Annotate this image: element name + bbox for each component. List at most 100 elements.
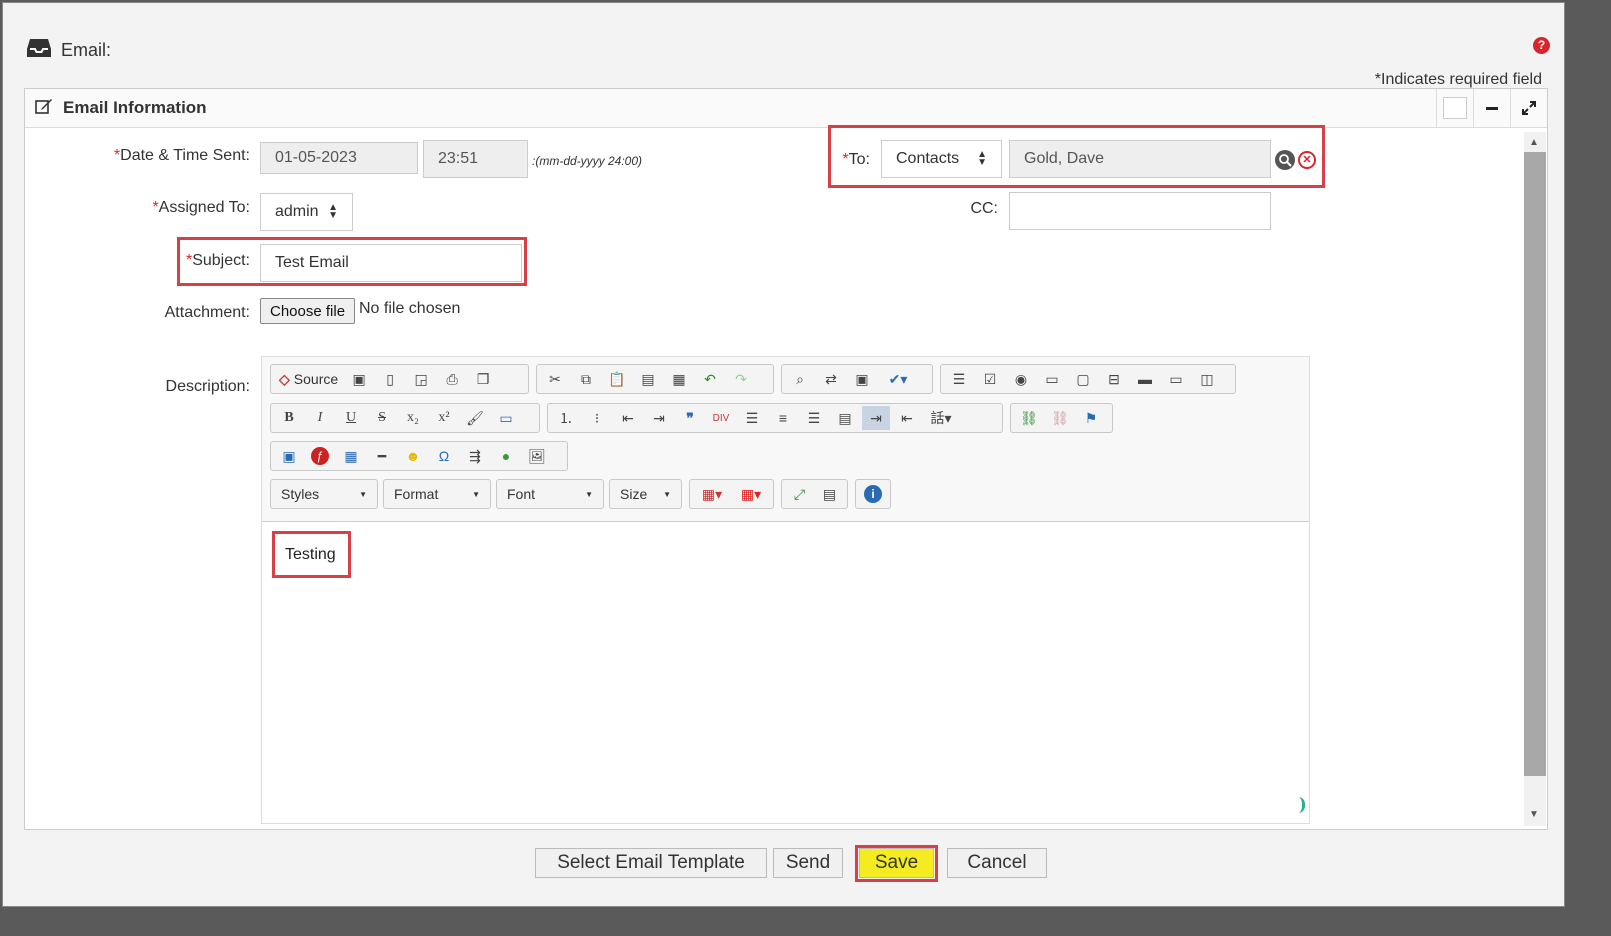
choose-file-button[interactable]: Choose file xyxy=(260,298,356,324)
text-color-icon[interactable]: ▦▾ xyxy=(694,482,730,506)
format-dropdown[interactable]: Format ▼ xyxy=(383,479,491,509)
panel-title: Email Information xyxy=(63,98,207,117)
hidden-field-icon[interactable]: ◫ xyxy=(1193,367,1221,391)
print-icon[interactable]: ⎙ xyxy=(438,367,466,391)
panel-controls xyxy=(1436,89,1547,127)
send-button[interactable]: Send xyxy=(773,848,843,878)
undo-icon[interactable]: ↶ xyxy=(696,367,724,391)
underline-icon[interactable]: U xyxy=(337,406,365,430)
align-center-icon[interactable]: ≡ xyxy=(769,406,797,430)
redo-icon[interactable]: ↷ xyxy=(727,367,755,391)
scroll-thumb[interactable] xyxy=(1524,152,1546,776)
preview-icon[interactable]: ◲ xyxy=(407,367,435,391)
toolbar-group-forms: ☰ ☑ ◉ ▭ ▢ ⊟ ▬ ▭ ◫ xyxy=(940,364,1236,394)
textfield-icon[interactable]: ▭ xyxy=(1038,367,1066,391)
templates-icon[interactable]: ❐ xyxy=(469,367,497,391)
iframe-icon[interactable]: ● xyxy=(492,444,520,468)
paste-text-icon[interactable]: ▤ xyxy=(634,367,662,391)
assigned-to-label: *Assigned To: xyxy=(152,199,250,216)
toolbar-group-clipboard: ✂ ⧉ 📋 ▤ ▦ ↶ ↷ xyxy=(536,364,774,394)
date-input[interactable]: 01-05-2023 xyxy=(260,142,418,174)
table-icon[interactable]: ▦ xyxy=(337,444,365,468)
source-button[interactable]: ◇ Source xyxy=(275,367,342,391)
special-char-icon[interactable]: Ω xyxy=(430,444,458,468)
div-icon[interactable]: DIV xyxy=(707,406,735,430)
no-file-text: No file chosen xyxy=(359,300,461,317)
language-icon[interactable]: 話▾ xyxy=(924,406,958,430)
vertical-scrollbar[interactable]: ▲ ▼ xyxy=(1524,132,1546,826)
paste-word-icon[interactable]: ▦ xyxy=(665,367,693,391)
assigned-to-select[interactable]: admin ▲ ▼ xyxy=(260,193,353,231)
time-input[interactable]: 23:51 xyxy=(423,140,528,178)
select-all-icon[interactable]: ▣ xyxy=(848,367,876,391)
bold-icon[interactable]: B xyxy=(275,406,303,430)
size-dropdown[interactable]: Size ▼ xyxy=(609,479,682,509)
font-dropdown[interactable]: Font ▼ xyxy=(496,479,604,509)
replace-icon[interactable]: ⇄ xyxy=(817,367,845,391)
cc-input[interactable] xyxy=(1009,192,1271,230)
bg-color-icon[interactable]: ▦▾ xyxy=(733,482,769,506)
horizontal-rule-icon[interactable]: ━ xyxy=(368,444,396,468)
textarea-icon[interactable]: ▢ xyxy=(1069,367,1097,391)
page-break-icon[interactable]: ⇶ xyxy=(461,444,489,468)
form-icon[interactable]: ☰ xyxy=(945,367,973,391)
radio-icon[interactable]: ◉ xyxy=(1007,367,1035,391)
rich-text-editor: ◇ Source ▣ ▯ ◲ ⎙ ❐ ✂ ⧉ 📋 ▤ ▦ ↶ ↷ ⌕ ⇄ ▣ ✔▾… xyxy=(261,356,1310,824)
strikethrough-icon[interactable]: S xyxy=(368,406,396,430)
select-email-template-button[interactable]: Select Email Template xyxy=(535,848,767,878)
toolbar-group-insert: ▣ ƒ ▦ ━ ☻ Ω ⇶ ● 🖼 xyxy=(270,441,568,471)
new-page-icon[interactable]: ▯ xyxy=(376,367,404,391)
justify-icon[interactable]: ▤ xyxy=(831,406,859,430)
maximize-icon[interactable]: ⤢ xyxy=(786,482,813,506)
panel-checkbox[interactable] xyxy=(1436,89,1473,127)
flash-icon[interactable]: ƒ xyxy=(306,444,334,468)
minimize-icon[interactable] xyxy=(1473,89,1510,127)
remove-format-icon[interactable]: 🖌 xyxy=(461,406,489,430)
styles-dropdown[interactable]: Styles ▼ xyxy=(270,479,378,509)
expand-icon[interactable] xyxy=(1510,89,1547,127)
button-field-icon[interactable]: ▬ xyxy=(1131,367,1159,391)
subscript-icon[interactable]: x₂ xyxy=(399,406,427,430)
align-left-icon[interactable]: ☰ xyxy=(738,406,766,430)
find-icon[interactable]: ⌕ xyxy=(786,367,814,391)
help-icon[interactable]: ? xyxy=(1533,37,1550,54)
info-icon[interactable]: i xyxy=(860,482,886,506)
bulleted-list-icon[interactable]: ⁝ xyxy=(583,406,611,430)
editor-content-area[interactable] xyxy=(262,522,1309,823)
date-time-label: *Date & Time Sent: xyxy=(113,147,250,164)
cut-icon[interactable]: ✂ xyxy=(541,367,569,391)
numbered-list-icon[interactable]: ⒈ xyxy=(552,406,580,430)
html-icon[interactable]: ▭ xyxy=(492,406,520,430)
outdent-icon[interactable]: ⇤ xyxy=(614,406,642,430)
unlink-icon[interactable]: ⛓ xyxy=(1046,406,1074,430)
align-right-icon[interactable]: ☰ xyxy=(800,406,828,430)
inbox-icon xyxy=(27,37,51,64)
anchor-icon[interactable]: ⚑ xyxy=(1077,406,1105,430)
body-text-highlight xyxy=(272,531,351,578)
paste-icon[interactable]: 📋 xyxy=(603,367,631,391)
copy-icon[interactable]: ⧉ xyxy=(572,367,600,391)
image-map-icon[interactable]: 🖼 xyxy=(523,444,551,468)
to-highlight xyxy=(828,125,1325,188)
checkbox-icon[interactable]: ☑ xyxy=(976,367,1004,391)
cancel-button[interactable]: Cancel xyxy=(947,848,1047,878)
page-title: Email: xyxy=(61,40,112,60)
image-icon[interactable]: ▣ xyxy=(275,444,303,468)
link-icon[interactable]: ⛓ xyxy=(1015,406,1043,430)
rtl-icon[interactable]: ⇤ xyxy=(893,406,921,430)
required-note: *Indicates required field xyxy=(1374,71,1542,88)
scroll-up-icon[interactable]: ▲ xyxy=(1529,137,1539,148)
superscript-icon[interactable]: x² xyxy=(430,406,458,430)
save-doc-icon[interactable]: ▣ xyxy=(345,367,373,391)
image-button-icon[interactable]: ▭ xyxy=(1162,367,1190,391)
smiley-icon[interactable]: ☻ xyxy=(399,444,427,468)
italic-icon[interactable]: I xyxy=(306,406,334,430)
blockquote-icon[interactable]: ❞ xyxy=(676,406,704,430)
scroll-down-icon[interactable]: ▼ xyxy=(1529,809,1539,820)
indent-icon[interactable]: ⇥ xyxy=(645,406,673,430)
ltr-icon[interactable]: ⇥ xyxy=(862,406,890,430)
spellcheck-icon[interactable]: ✔▾ xyxy=(879,367,917,391)
show-blocks-icon[interactable]: ▤ xyxy=(816,482,843,506)
select-field-icon[interactable]: ⊟ xyxy=(1100,367,1128,391)
caret-down-icon: ▼ xyxy=(359,489,367,499)
